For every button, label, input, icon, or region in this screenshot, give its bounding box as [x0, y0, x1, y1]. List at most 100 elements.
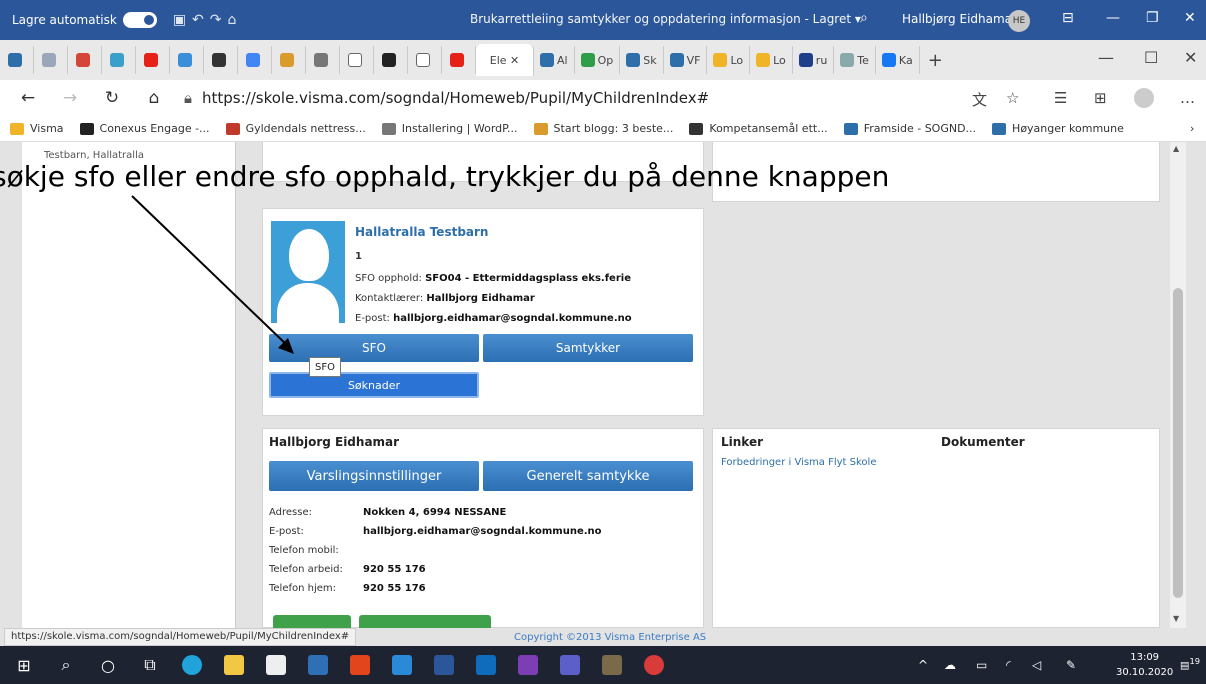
- tab-active[interactable]: Ele ✕: [476, 44, 534, 76]
- tray-battery-icon[interactable]: ▭: [976, 658, 987, 672]
- browser-maximize-icon[interactable]: ☐: [1144, 48, 1158, 67]
- breadcrumb[interactable]: Testbarn, Hallatralla: [22, 142, 235, 161]
- tab-google[interactable]: [238, 46, 272, 74]
- tab-6[interactable]: [170, 46, 204, 74]
- file-explorer-icon[interactable]: [216, 646, 252, 684]
- tab-lo2[interactable]: Lo: [750, 46, 793, 74]
- refresh-icon[interactable]: ↻: [98, 88, 126, 108]
- tray-pen-icon[interactable]: ✎: [1066, 658, 1076, 672]
- onenote-icon[interactable]: [510, 646, 546, 684]
- child-name[interactable]: Hallatralla Testbarn: [355, 225, 488, 239]
- tab-te[interactable]: Te: [834, 46, 876, 74]
- tab-visma[interactable]: [0, 46, 34, 74]
- green-button-1[interactable]: [273, 615, 351, 628]
- people-icon[interactable]: [384, 646, 420, 684]
- tab-doc[interactable]: [340, 46, 374, 74]
- edge-icon[interactable]: [174, 646, 210, 684]
- tray-chevron-icon[interactable]: ^: [918, 658, 928, 672]
- copyright[interactable]: Copyright ©2013 Visma Enterprise AS: [514, 632, 706, 643]
- search-icon[interactable]: ⌕: [860, 10, 868, 26]
- browser-close-icon[interactable]: ✕: [1184, 48, 1197, 67]
- store-icon[interactable]: [258, 646, 294, 684]
- bookmark-kompetanse[interactable]: Kompetansemål ett...: [689, 122, 828, 135]
- sfo-button[interactable]: SFO: [269, 334, 479, 362]
- tab-close-icon[interactable]: ✕: [510, 54, 519, 67]
- bookmark-framside[interactable]: Framside - SOGND...: [843, 122, 976, 135]
- tab-youtube2[interactable]: [442, 46, 476, 74]
- tray-wifi-icon[interactable]: ◜: [1006, 658, 1011, 672]
- tab-ru[interactable]: ru: [793, 46, 835, 74]
- bookmarks-more-icon[interactable]: ›: [1190, 122, 1194, 135]
- close-icon[interactable]: ✕: [1184, 10, 1196, 26]
- link-forbedringer[interactable]: Forbedringer i Visma Flyt Skole: [721, 457, 876, 468]
- tab-9[interactable]: [272, 46, 306, 74]
- tab-4[interactable]: [102, 46, 136, 74]
- task-view-icon[interactable]: ⧉: [132, 646, 168, 684]
- tray-cloud-icon[interactable]: ☁: [944, 658, 956, 672]
- taskbar-search-icon[interactable]: ⌕: [48, 646, 84, 684]
- browser-minimize-icon[interactable]: —: [1098, 48, 1114, 67]
- profile-avatar[interactable]: [1134, 88, 1154, 108]
- user-avatar[interactable]: HE: [1008, 10, 1030, 32]
- translate-icon[interactable]: 文: [972, 89, 987, 110]
- home-icon[interactable]: ⌂: [140, 88, 168, 108]
- scrollbar-thumb[interactable]: [1173, 288, 1183, 598]
- restore-icon[interactable]: ❐: [1146, 10, 1159, 26]
- address-bar: ← → ↻ ⌂ 🔒︎ https://skole.visma.com/sognda…: [0, 80, 1206, 116]
- tab-2[interactable]: [34, 46, 68, 74]
- favorite-star-icon[interactable]: ☆: [1006, 89, 1019, 107]
- tab-conexus[interactable]: [374, 46, 408, 74]
- tab-vf[interactable]: VF: [664, 46, 708, 74]
- tab-op[interactable]: Op: [575, 46, 621, 74]
- document-title[interactable]: Brukarrettleiing samtykker og oppdaterin…: [470, 12, 861, 26]
- office-icon[interactable]: [342, 646, 378, 684]
- cortana-icon[interactable]: ○: [90, 646, 126, 684]
- new-tab-icon[interactable]: +: [928, 50, 943, 71]
- tray-volume-icon[interactable]: ◁: [1032, 658, 1041, 672]
- scroll-down-icon[interactable]: ▼: [1173, 614, 1179, 623]
- recorder-icon[interactable]: [636, 646, 672, 684]
- taskbar-clock[interactable]: 13:09 30.10.2020: [1116, 650, 1173, 680]
- windows-start-icon[interactable]: ⊞: [6, 646, 42, 684]
- photos-icon[interactable]: [300, 646, 336, 684]
- active-tab-label: Ele: [489, 53, 507, 67]
- teams-icon[interactable]: [552, 646, 588, 684]
- bookmark-hoyanger[interactable]: Høyanger kommune: [992, 122, 1124, 135]
- soknader-button[interactable]: Søknader: [269, 372, 479, 398]
- bookmark-conexus[interactable]: Conexus Engage -...: [79, 122, 210, 135]
- tab-youtube[interactable]: [136, 46, 170, 74]
- bookmark-blogg[interactable]: Start blogg: 3 beste...: [533, 122, 673, 135]
- favorites-icon[interactable]: ☰: [1054, 89, 1067, 107]
- collections-icon[interactable]: ⊞: [1094, 89, 1107, 107]
- bookmark-visma[interactable]: Visma: [10, 122, 64, 135]
- page-scrollbar[interactable]: ▲ ▼: [1170, 142, 1186, 628]
- back-icon[interactable]: ←: [14, 88, 42, 108]
- page-footer: https://skole.visma.com/sogndal/Homeweb/…: [0, 628, 1206, 646]
- outlook-icon[interactable]: [468, 646, 504, 684]
- more-icon[interactable]: …: [1180, 89, 1195, 107]
- autosave-toggle[interactable]: [122, 12, 157, 28]
- tab-sk[interactable]: Sk: [620, 46, 664, 74]
- varsling-button[interactable]: Varslingsinnstillinger: [269, 461, 479, 491]
- tab-doc2[interactable]: [408, 46, 442, 74]
- forward-icon[interactable]: →: [56, 88, 84, 108]
- generelt-samtykke-button[interactable]: Generelt samtykke: [483, 461, 693, 491]
- notification-icon[interactable]: ▤19: [1180, 656, 1200, 674]
- minimize-icon[interactable]: —: [1106, 10, 1120, 26]
- tab-lo1[interactable]: Lo: [707, 46, 751, 74]
- green-button-2[interactable]: [359, 615, 491, 628]
- bookmark-gyldendal[interactable]: Gyldendals nettress...: [225, 122, 366, 135]
- tab-ka[interactable]: Ka: [876, 46, 920, 74]
- quick-access-icons[interactable]: ▣↶↷⌂: [173, 12, 243, 28]
- samtykker-button[interactable]: Samtykker: [483, 334, 693, 362]
- app-icon[interactable]: [594, 646, 630, 684]
- scroll-up-icon[interactable]: ▲: [1173, 144, 1179, 153]
- tab-wordpress[interactable]: [306, 46, 340, 74]
- tab-7[interactable]: [204, 46, 238, 74]
- bookmark-wordpress[interactable]: Installering | WordP...: [381, 122, 518, 135]
- tab-al[interactable]: Al: [534, 46, 575, 74]
- ribbon-display-icon[interactable]: ⊟: [1062, 10, 1074, 26]
- word-icon[interactable]: [426, 646, 462, 684]
- tab-gmail[interactable]: [68, 46, 102, 74]
- url-field[interactable]: 🔒︎ https://skole.visma.com/sogndal/Homewe…: [184, 89, 709, 107]
